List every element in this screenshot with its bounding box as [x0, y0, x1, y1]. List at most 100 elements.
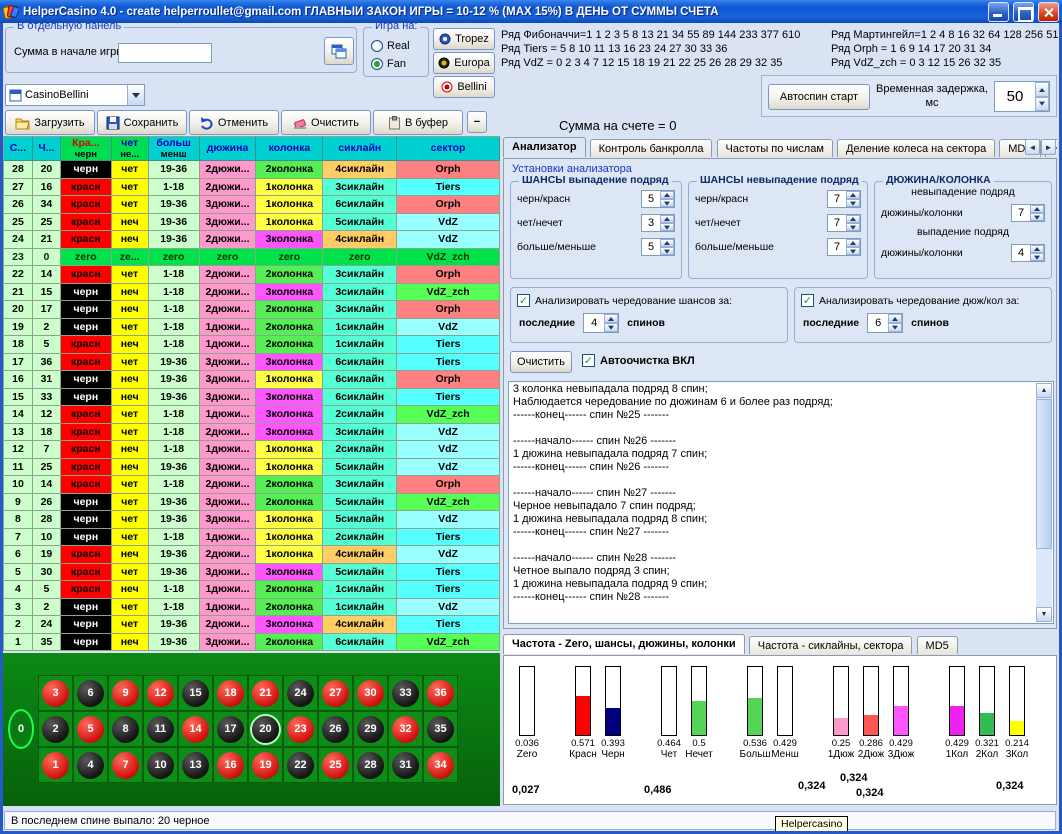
last-spins-spinner[interactable]: 6 [867, 313, 903, 333]
setting-spinner[interactable]: 7 [827, 238, 861, 256]
start-sum-input[interactable] [118, 43, 212, 63]
roulette-number-cell[interactable]: 2 [38, 711, 73, 747]
load-button[interactable]: Загрузить [5, 110, 95, 135]
radio-fan[interactable]: Fan [371, 58, 406, 70]
roulette-number-cell[interactable]: 4 [73, 747, 108, 783]
save-button[interactable]: Сохранить [97, 110, 187, 135]
roulette-number-cell[interactable]: 24 [283, 675, 318, 711]
delay-spin-down-button[interactable] [1035, 97, 1049, 112]
delay-spin-up-button[interactable] [1035, 82, 1049, 97]
roulette-number-cell[interactable]: 5 [73, 711, 108, 747]
spin-up-button[interactable] [604, 314, 618, 323]
tropez-button[interactable]: Tropez [433, 28, 495, 50]
roulette-number-cell[interactable]: 31 [388, 747, 423, 783]
roulette-number-cell[interactable]: 23 [283, 711, 318, 747]
spin-up-button[interactable] [660, 215, 674, 223]
spin-down-button[interactable] [1030, 213, 1044, 221]
bellini-button[interactable]: Bellini [433, 76, 495, 98]
tabs-scroll-left-button[interactable]: ◄ [1025, 139, 1040, 155]
setting-spinner[interactable]: 3 [641, 214, 675, 232]
roulette-number-cell[interactable]: 10 [143, 747, 178, 783]
spin-up-button[interactable] [660, 191, 674, 199]
roulette-number-cell[interactable]: 32 [388, 711, 423, 747]
roulette-number-cell[interactable]: 19 [248, 747, 283, 783]
spin-up-button[interactable] [660, 239, 674, 247]
spin-down-button[interactable] [888, 323, 902, 332]
freq-tab[interactable]: Частота - Zero, шансы, дюжины, колонки [503, 634, 745, 654]
roulette-number-cell[interactable]: 3 [38, 675, 73, 711]
roulette-number-cell[interactable]: 16 [213, 747, 248, 783]
roulette-number-cell[interactable]: 26 [318, 711, 353, 747]
spin-up-button[interactable] [846, 191, 860, 199]
roulette-number-cell[interactable]: 33 [388, 675, 423, 711]
autospin-start-button[interactable]: Автоспин старт [768, 84, 870, 110]
scrollbar-up-button[interactable]: ▲ [1036, 383, 1052, 398]
spin-up-button[interactable] [846, 239, 860, 247]
spin-up-button[interactable] [846, 215, 860, 223]
analyzer-clear-button[interactable]: Очистить [510, 351, 572, 373]
spin-down-button[interactable] [660, 223, 674, 231]
spin-down-button[interactable] [846, 247, 860, 255]
roulette-number-cell[interactable]: 15 [178, 675, 213, 711]
setting-spinner[interactable]: 5 [641, 190, 675, 208]
undo-button[interactable]: Отменить [189, 110, 279, 135]
roulette-number-cell[interactable]: 1 [38, 747, 73, 783]
analyzer-log[interactable]: 3 колонка невыпадала подряд 8 спин; Набл… [508, 381, 1054, 624]
roulette-zero-cell[interactable]: 0 [8, 709, 34, 749]
roulette-number-cell[interactable]: 36 [423, 675, 458, 711]
setting-spinner[interactable]: 5 [641, 238, 675, 256]
main-tab[interactable]: Деление колеса на сектора [837, 139, 995, 157]
roulette-number-cell[interactable]: 6 [73, 675, 108, 711]
last-spins-spinner[interactable]: 4 [583, 313, 619, 333]
main-tab[interactable]: Контроль банкролла [590, 139, 713, 157]
spin-down-button[interactable] [660, 199, 674, 207]
scrollbar-thumb[interactable] [1036, 399, 1052, 549]
roulette-number-cell[interactable]: 35 [423, 711, 458, 747]
freq-tab[interactable]: MD5 [917, 636, 958, 654]
clear-button[interactable]: Очистить [281, 110, 371, 135]
roulette-number-cell[interactable]: 13 [178, 747, 213, 783]
roulette-number-cell[interactable]: 11 [143, 711, 178, 747]
autoclear-checkbox[interactable]: ✓ Автоочистка ВКЛ [582, 354, 695, 367]
spin-down-button[interactable] [604, 323, 618, 332]
roulette-number-cell[interactable]: 17 [213, 711, 248, 747]
dozen-hit-spinner[interactable]: 4 [1011, 244, 1045, 262]
spin-down-button[interactable] [846, 223, 860, 231]
roulette-number-cell[interactable]: 34 [423, 747, 458, 783]
minimize-button[interactable] [988, 2, 1009, 22]
main-tab[interactable]: Частоты по числам [717, 139, 833, 157]
scrollbar-down-button[interactable]: ▼ [1036, 607, 1052, 622]
delay-spinner[interactable]: 50 [994, 81, 1050, 112]
log-scrollbar[interactable]: ▲ ▼ [1036, 383, 1052, 622]
maximize-button[interactable] [1013, 2, 1034, 22]
spin-up-button[interactable] [1030, 245, 1044, 253]
roulette-number-cell[interactable]: 28 [353, 747, 388, 783]
spin-down-button[interactable] [660, 247, 674, 255]
combo-dropdown-arrow[interactable] [127, 85, 144, 105]
roulette-number-cell[interactable]: 30 [353, 675, 388, 711]
close-button[interactable] [1038, 2, 1059, 22]
roulette-number-cell[interactable]: 25 [318, 747, 353, 783]
roulette-number-cell[interactable]: 7 [108, 747, 143, 783]
roulette-number-cell[interactable]: 12 [143, 675, 178, 711]
tabs-scroll-right-button[interactable]: ► [1041, 139, 1056, 155]
roulette-number-cell[interactable]: 14 [178, 711, 213, 747]
roulette-number-cell[interactable]: 20 [248, 711, 283, 747]
radio-real[interactable]: Real [371, 40, 410, 52]
europa-button[interactable]: Europa [433, 52, 495, 74]
roulette-number-cell[interactable]: 27 [318, 675, 353, 711]
detach-panel-button[interactable] [324, 37, 354, 65]
roulette-number-cell[interactable]: 9 [108, 675, 143, 711]
roulette-number-cell[interactable]: 22 [283, 747, 318, 783]
spin-up-button[interactable] [888, 314, 902, 323]
collapse-button[interactable]: − [467, 111, 487, 133]
copy-buffer-button[interactable]: В буфер [373, 110, 463, 135]
roulette-number-cell[interactable]: 18 [213, 675, 248, 711]
casino-combobox[interactable]: CasinoBellini [5, 84, 145, 106]
main-tab[interactable]: Анализатор [503, 137, 586, 157]
freq-tab[interactable]: Частота - сиклайны, сектора [749, 636, 913, 654]
roulette-number-cell[interactable]: 21 [248, 675, 283, 711]
spin-down-button[interactable] [846, 199, 860, 207]
spin-up-button[interactable] [1030, 205, 1044, 213]
dozen-miss-spinner[interactable]: 7 [1011, 204, 1045, 222]
